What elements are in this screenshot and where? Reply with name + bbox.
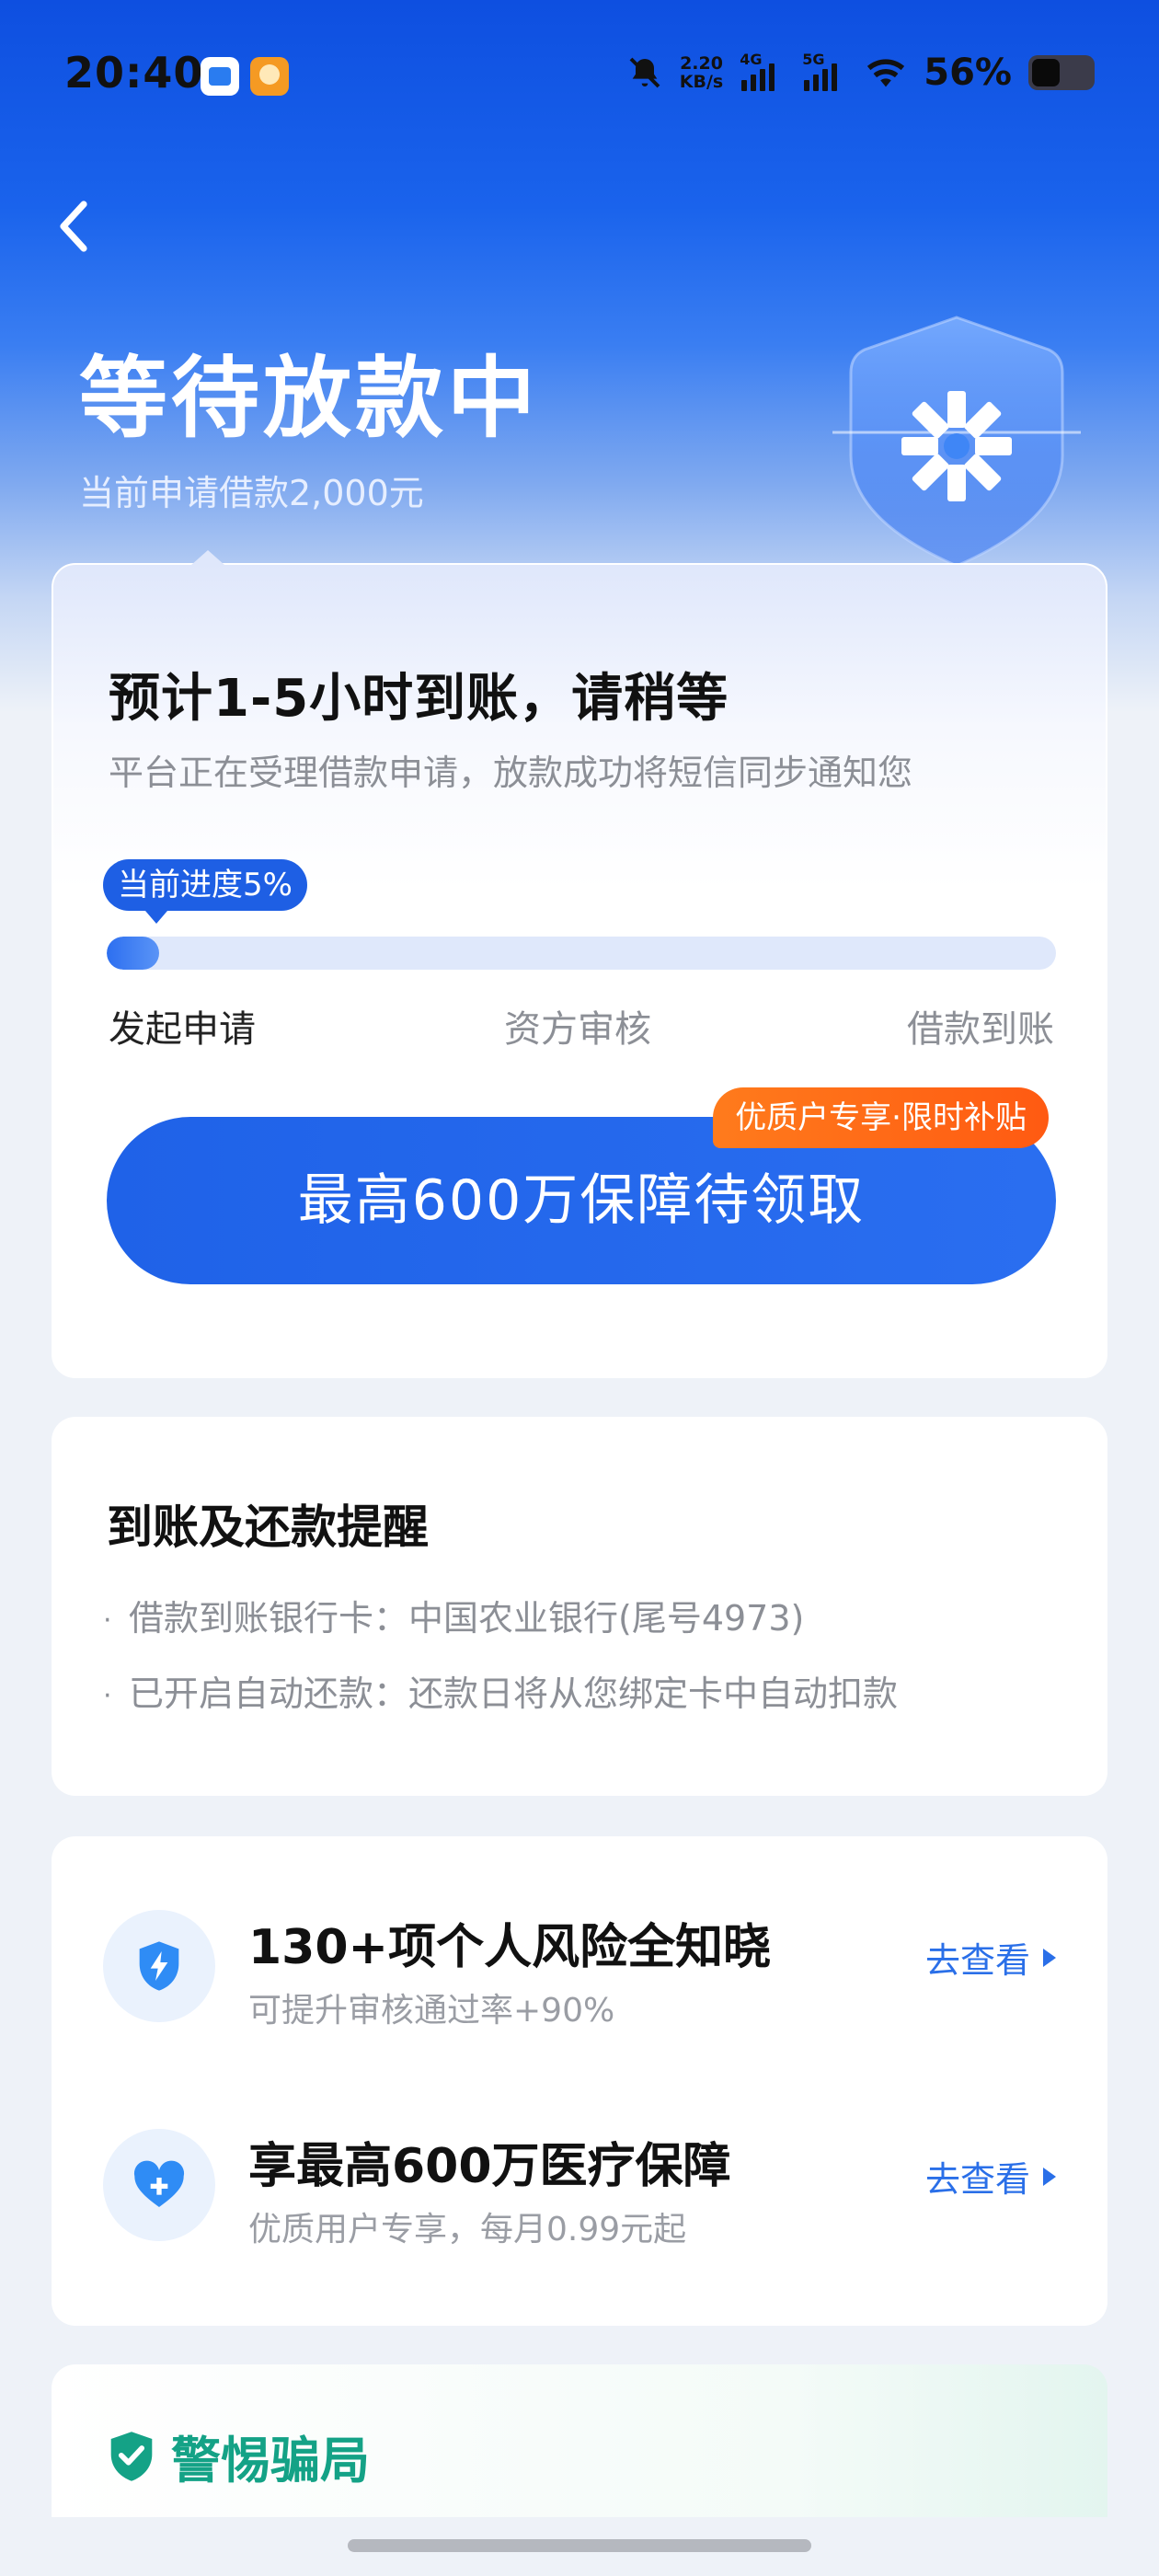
service-risk-report[interactable]: 130+项个人风险全知晓 可提升审核通过率+90% 去查看: [52, 1910, 1107, 2039]
fraud-warning-title: 警惕骗局: [107, 2420, 370, 2492]
eta-title: 预计1-5小时到账，请稍等: [109, 669, 729, 729]
service-medical-insurance[interactable]: 享最高600万医疗保障 优质用户专享，每月0.99元起 去查看: [52, 2129, 1107, 2258]
network-type-5g: 5G: [802, 51, 825, 68]
chevron-left-icon: [60, 201, 87, 252]
reminder-auto-repay: · 已开启自动还款：还款日将从您绑定卡中自动扣款: [103, 1665, 898, 1716]
promo-tag: 优质户专享·限时补贴: [713, 1087, 1049, 1148]
bank-shield-illustration: [832, 316, 1081, 568]
bullet: ·: [103, 1604, 112, 1637]
page-title: 等待放款中: [79, 347, 539, 450]
link-label: 去查看: [924, 2159, 1030, 2200]
mute-bell-icon: [629, 57, 660, 88]
speed-unit: KB/s: [679, 72, 724, 92]
app-notification-icon: [201, 57, 239, 96]
reminder-bank-card: · 借款到账银行卡：中国农业银行(尾号4973): [103, 1590, 804, 1640]
loan-status-card: 预计1-5小时到账，请稍等 平台正在受理借款申请，放款成功将短信同步通知您 当前…: [52, 550, 1107, 1378]
service-subtitle: 优质用户专享，每月0.99元起: [248, 2211, 687, 2248]
network-speed: 2.20 KB/s: [680, 54, 723, 91]
eta-description: 平台正在受理借款申请，放款成功将短信同步通知您: [109, 753, 913, 793]
home-indicator[interactable]: [348, 2539, 811, 2552]
loan-amount-subtitle: 当前申请借款2,000元: [79, 473, 424, 513]
services-card: 130+项个人风险全知晓 可提升审核通过率+90% 去查看 享最高600万医疗保…: [52, 1836, 1107, 2326]
app-notification-icon-2: [250, 57, 289, 96]
play-arrow-icon: [1043, 1948, 1056, 1967]
step-apply: 发起申请: [109, 1008, 256, 1051]
fraud-warning-card[interactable]: 警惕骗局: [52, 2364, 1107, 2517]
wifi-icon: [867, 59, 905, 87]
speed-value: 2.20: [680, 53, 723, 74]
status-time: 20:40: [64, 48, 204, 98]
reminder-title: 到账及还款提醒: [107, 1501, 429, 1554]
step-review: 资方审核: [504, 1008, 651, 1051]
bullet: ·: [103, 1680, 112, 1712]
view-risk-link[interactable]: 去查看: [925, 1932, 1056, 1983]
play-arrow-icon: [1043, 2167, 1056, 2186]
reminder-text: 已开启自动还款：还款日将从您绑定卡中自动扣款: [129, 1673, 899, 1714]
shield-bolt-icon: [103, 1910, 215, 2022]
status-bar: 20:40 2.20 KB/s 4G 5G 56%: [0, 0, 1159, 156]
service-title: 享最高600万医疗保障: [248, 2139, 731, 2194]
signal-icon-2: 5G: [802, 51, 848, 91]
progress-bar: [107, 937, 1056, 970]
fraud-title-text: 警惕骗局: [171, 2432, 370, 2490]
heart-plus-icon: [103, 2129, 215, 2241]
signal-icon: 4G: [740, 51, 786, 91]
reminder-text: 借款到账银行卡：中国农业银行(尾号4973): [129, 1598, 805, 1639]
progress-fill: [107, 937, 159, 970]
status-icons: 2.20 KB/s 4G 5G 56%: [626, 50, 1095, 96]
view-medical-link[interactable]: 去查看: [925, 2151, 1056, 2202]
service-title: 130+项个人风险全知晓: [248, 1920, 772, 1975]
link-label: 去查看: [924, 1940, 1030, 1981]
network-type-4g: 4G: [740, 51, 763, 68]
back-button[interactable]: [52, 199, 98, 254]
battery-icon: [1028, 55, 1095, 90]
progress-badge: 当前进度5%: [103, 859, 307, 924]
reminder-card: 到账及还款提醒 · 借款到账银行卡：中国农业银行(尾号4973) · 已开启自动还款…: [52, 1417, 1107, 1796]
service-subtitle: 可提升审核通过率+90%: [248, 1992, 615, 2030]
step-disbursed: 借款到账: [907, 1008, 1054, 1051]
battery-percent: 56%: [924, 52, 1012, 94]
shield-check-icon: [110, 2431, 153, 2481]
